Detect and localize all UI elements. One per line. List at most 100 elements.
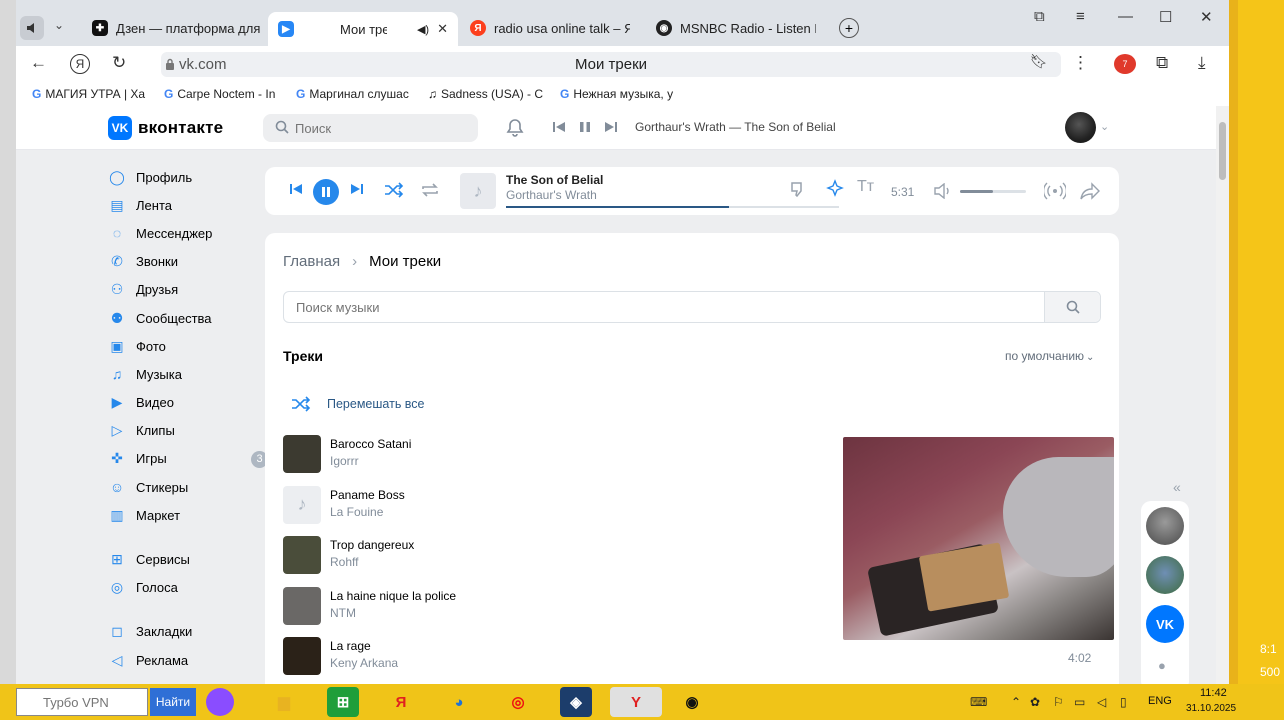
store-icon[interactable]: ⊞ [327,687,359,717]
maximize-icon[interactable]: ☐ [1159,8,1172,26]
nav-item-messenger[interactable]: ◌ Мессенджер [108,219,268,247]
minimize-icon[interactable]: — [1118,8,1133,25]
breadcrumb-home-link[interactable]: Главная [283,253,340,270]
chat-bubble-icon[interactable]: ● [1158,658,1166,673]
track-cover[interactable] [283,536,321,575]
track-title[interactable]: Paname Boss [330,488,405,502]
bookmark-item[interactable]: ♫ Sadness (USA) - C [428,87,560,101]
lyrics-icon[interactable]: Tт [857,178,874,196]
chat-avatar[interactable] [1146,556,1184,594]
broadcast-icon[interactable] [1044,181,1066,201]
bookmark-item[interactable]: G Маргинал слушас [296,87,428,101]
page-scrollbar[interactable] [1216,106,1229,684]
bookmark-flag-icon[interactable]: 🔖︎ [1030,53,1048,70]
track-artist[interactable]: Keny Arkana [330,656,398,670]
nav-item-communities[interactable]: ⚉ Сообщества [108,304,268,332]
music-search-input[interactable] [284,292,1044,322]
vk-search-input[interactable] [263,114,478,142]
reload-icon[interactable]: ↻ [112,53,126,73]
bookmark-item[interactable]: G МАГИЯ УТРА | Ха [32,87,164,101]
clock-time[interactable]: 11:42 [1200,687,1227,699]
obs-icon[interactable]: ◉ [676,687,708,717]
yandex-browser-active-icon[interactable]: Y [610,687,662,717]
nav-item-bookmarks[interactable]: ◻ Закладки [108,618,268,646]
player-progress-bar[interactable] [506,206,839,208]
video-thumbnail[interactable] [843,437,1114,640]
edge-icon[interactable]: ◕ [443,687,475,717]
speaker-icon[interactable]: ◁ [1097,695,1106,709]
taskbar-find-button[interactable]: Найти [150,688,196,716]
next-track-icon[interactable] [350,181,364,197]
close-window-icon[interactable]: ✕ [1200,8,1213,26]
more-vertical-icon[interactable]: ⋮ [1072,53,1089,73]
file-explorer-icon[interactable]: ▆ [268,687,300,717]
collapse-double-chevron-icon[interactable]: « [1173,479,1181,495]
share-icon[interactable] [1080,182,1100,200]
chat-avatar[interactable] [1146,507,1184,545]
nav-item-votes[interactable]: ◎ Голоса [108,574,268,602]
tray-app-icon[interactable]: ✿ [1030,695,1040,709]
header-now-playing[interactable]: Gorthaur's Wrath — The Son of Belial [635,120,836,134]
tab-yandex-search[interactable]: Я radio usa online talk – Янд [460,14,640,42]
player-track-title[interactable]: The Son of Belial [506,173,603,187]
language-indicator[interactable]: ENG [1148,695,1172,707]
nav-item-profile[interactable]: ◯ Профиль [108,163,268,191]
volume-slider[interactable] [960,190,1026,193]
track-artist[interactable]: Igorrr [330,454,411,468]
download-icon[interactable]: ⤓ [1198,53,1206,73]
track-row[interactable]: Barocco Satani Igorrr [283,435,823,486]
player-track-artist[interactable]: Gorthaur's Wrath [506,188,597,202]
track-row[interactable]: La rage Keny Arkana [283,637,823,684]
sound-tab-icon[interactable] [20,16,44,40]
tab-manager-icon[interactable]: ⧉ [1034,8,1045,25]
nav-item-games[interactable]: ✜ Игры 3 [108,445,268,473]
nav-item-friends[interactable]: ⚇ Друзья [108,276,268,304]
previous-track-icon[interactable] [289,181,303,197]
alice-icon[interactable] [206,688,234,716]
vk-chat-icon[interactable]: VK [1146,605,1184,643]
nav-item-stickers[interactable]: ☺ Стикеры [108,473,268,501]
nav-item-clips[interactable]: ▷ Клипы [108,417,268,445]
nav-item-phone[interactable]: ✆ Звонки [108,248,268,276]
header-next-icon[interactable] [604,120,618,134]
track-cover[interactable] [283,435,321,473]
volume-icon[interactable] [934,183,952,199]
keyboard-icon[interactable]: ⌨ [970,695,987,709]
network-icon[interactable]: ▭ [1074,695,1085,709]
menu-lines-icon[interactable]: ≡ [1076,8,1085,25]
tray-up-arrow-icon[interactable]: ⌃ [1011,695,1021,709]
track-title[interactable]: Trop dangereux [330,538,414,552]
track-cover[interactable]: ♪ [283,485,321,524]
track-title[interactable]: La rage [330,639,398,653]
extension-icon[interactable]: 7 [1114,54,1136,74]
nav-item-music[interactable]: ♫ Музыка [108,360,268,388]
tab-dzen[interactable]: ✚ Дзен — платформа для п [82,14,272,42]
yandex-icon[interactable]: Я [385,687,417,717]
sparkle-icon[interactable] [826,179,846,199]
shuffle-all-button[interactable]: Перемешать все [291,396,425,412]
track-row[interactable]: La haine nique la police NTM [283,586,823,638]
music-search-button[interactable] [1044,292,1100,322]
battery-icon[interactable]: ▯ [1120,695,1127,709]
scrollbar-thumb[interactable] [1219,122,1226,180]
bookmark-item[interactable]: G Carpe Noctem - In [164,87,296,101]
nav-item-services[interactable]: ⊞ Сервисы [108,545,268,573]
close-tab-icon[interactable]: ✕ [437,21,448,37]
track-artist[interactable]: La Fouine [330,505,405,519]
chevron-down-icon[interactable]: ⌄ [1100,120,1109,133]
track-row[interactable]: ♪ Paname Boss La Fouine [283,485,823,537]
extensions-puzzle-icon[interactable]: ⧉ [1156,53,1168,73]
flag-icon[interactable]: ⚐ [1053,695,1064,709]
track-row[interactable]: Trop dangereux Rohff [283,536,823,587]
dislike-icon[interactable] [789,180,807,198]
vpn-shield-icon[interactable]: ◈ [560,687,592,717]
shuffle-icon[interactable] [384,182,404,198]
back-arrow-icon[interactable]: ← [30,53,47,73]
header-prev-icon[interactable] [552,120,566,134]
bell-icon[interactable] [506,118,524,138]
bookmark-item[interactable]: G Нежная музыка, у [560,87,692,101]
track-artist[interactable]: NTM [330,606,456,620]
clock-date[interactable]: 31.10.2025 [1186,703,1236,714]
pause-button[interactable] [313,179,339,205]
yandex-home-icon[interactable]: Я [70,54,90,74]
